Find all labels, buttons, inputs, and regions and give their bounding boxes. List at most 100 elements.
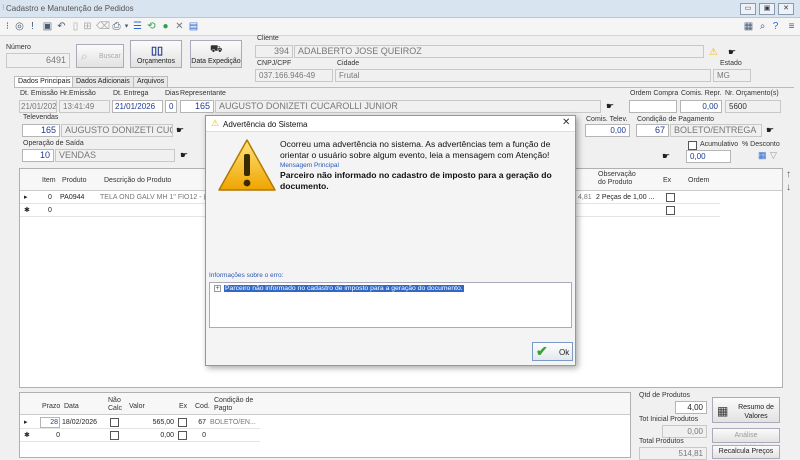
move-up-icon[interactable]: ↑ xyxy=(786,169,791,180)
search-icon[interactable]: ⌕ xyxy=(757,21,768,32)
cond-pag-codigo-field[interactable]: 67 xyxy=(636,124,669,137)
maximize-button[interactable]: ▣ xyxy=(759,3,775,15)
tree-item[interactable]: Parceiro não informado no cadastro de im… xyxy=(224,285,464,292)
analise-lucratividade-button[interactable]: Análise Lucratividade xyxy=(712,428,780,452)
dt-emissao-field[interactable]: 21/01/2026 xyxy=(19,100,57,113)
print-dropdown-icon[interactable]: ▾ xyxy=(121,21,132,32)
delete-icon[interactable]: ✕ xyxy=(174,21,185,32)
col-valor: Valor xyxy=(129,403,145,410)
check-icon[interactable]: ● xyxy=(160,21,171,32)
filter-icon[interactable]: ⊞ xyxy=(82,21,93,32)
handshake-icon[interactable]: ☛ xyxy=(180,150,188,161)
info-icon[interactable]: ! xyxy=(27,21,38,32)
ex-checkbox[interactable] xyxy=(666,193,675,202)
televendas-codigo-field[interactable]: 165 xyxy=(22,124,60,137)
handshake-icon[interactable]: ☛ xyxy=(766,125,774,136)
nao-calc-checkbox[interactable] xyxy=(110,418,119,427)
televendas-nome-field[interactable]: AUGUSTO DONIZETI CUCA xyxy=(61,124,173,137)
expand-icon[interactable]: + xyxy=(214,285,221,292)
cliente-nome-field[interactable]: ADALBERTO JOSE QUEIROZ xyxy=(294,45,704,58)
help-icon[interactable]: ? xyxy=(770,21,781,32)
close-window-button[interactable]: ✕ xyxy=(778,3,794,15)
undo-icon[interactable]: ↶ xyxy=(56,21,67,32)
handshake-icon[interactable]: ☛ xyxy=(176,125,184,136)
acumulativo-checkbox[interactable] xyxy=(688,141,697,150)
qtd-label: Qtd de Produtos xyxy=(639,392,690,399)
grid-icon[interactable]: ▦ xyxy=(758,150,767,161)
tab-divider xyxy=(14,87,794,88)
op-saida-nome-field[interactable]: VENDAS xyxy=(55,149,175,162)
filter-icon[interactable]: ▽ xyxy=(770,150,777,161)
refresh-icon[interactable]: ⟲ xyxy=(146,21,157,32)
menu-icon[interactable]: ≡ xyxy=(786,21,797,32)
copy-icon[interactable]: ▯ xyxy=(70,21,81,32)
tot-inicial-label: Tot Inicial Produtos xyxy=(639,416,699,423)
comis-telev-field[interactable]: 0,00 xyxy=(585,124,630,137)
nao-calc-checkbox[interactable] xyxy=(110,431,119,440)
comis-repr-field[interactable]: 0,00 xyxy=(680,100,722,113)
ex-checkbox[interactable] xyxy=(178,431,187,440)
cliente-codigo-field[interactable]: 394 xyxy=(255,45,293,58)
clear-icon[interactable]: ⌫ xyxy=(96,21,110,32)
numero-label: Número xyxy=(6,44,31,51)
app-icon: ⁝ xyxy=(2,3,5,12)
binoculars-icon: ▯▯ xyxy=(151,45,164,57)
error-info-label: Informações sobre o erro: xyxy=(209,272,284,279)
save-icon[interactable]: ▣ xyxy=(42,21,53,32)
op-saida-codigo-field[interactable]: 10 xyxy=(22,149,54,162)
ok-button[interactable]: ✔ Ok xyxy=(532,342,573,361)
resumo-valores-button[interactable]: ▦ Resumo de Valores xyxy=(712,397,780,423)
ex-checkbox[interactable] xyxy=(666,206,675,215)
window-titlebar: ⁝ Cadastro e Manutenção de Pedidos ▭ ▣ ✕ xyxy=(0,0,800,18)
tab-dados-principais[interactable]: Dados Principais xyxy=(14,76,75,87)
data-expedicao-button[interactable]: ⛟ Data Expedição xyxy=(190,40,242,68)
settings-icon[interactable]: ◎ xyxy=(14,21,25,32)
move-down-icon[interactable]: ↓ xyxy=(786,182,791,193)
orcamentos-button[interactable]: ▯▯ Orçamentos xyxy=(130,40,182,68)
col-ex: Ex xyxy=(663,177,672,184)
warning-icon xyxy=(218,139,276,191)
tab-dados-adicionais[interactable]: Dados Adicionais xyxy=(72,76,134,87)
handshake-icon[interactable]: ☛ xyxy=(662,151,670,162)
representante-codigo-field[interactable]: 165 xyxy=(180,100,214,113)
table-row[interactable]: ▸ 28 18/02/2026 565,00 67 BOLETO/EN... xyxy=(20,417,260,429)
col-item: Item xyxy=(42,177,56,184)
qtd-field[interactable]: 4,00 xyxy=(675,401,707,414)
cnpj-field[interactable]: 037.166.946-49 xyxy=(255,69,333,82)
new-icon[interactable]: ⁝ xyxy=(2,21,13,32)
estado-field[interactable]: MG xyxy=(713,69,751,82)
dialog-close-button[interactable]: ✕ xyxy=(562,117,570,128)
nr-orcamento-field[interactable]: 5600 xyxy=(725,100,781,113)
main-toolbar: ⁝ ◎ ! ▣ ↶ ▯ ⊞ ⌫ ⎙ ▾ ☰ ⟲ ● ✕ ▤ ▦ ⌕ ? ≡ xyxy=(0,18,800,36)
tab-arquivos[interactable]: Arquivos xyxy=(133,76,169,87)
representante-label: Representante xyxy=(180,90,226,97)
cond-pag-nome-field[interactable]: BOLETO/ENTREGA xyxy=(670,124,762,137)
buscar-button[interactable]: ⌕ Buscar xyxy=(76,44,124,68)
hr-emissao-field[interactable]: 13:41:49 xyxy=(59,100,110,113)
table-row[interactable]: ✱ 0 0,00 0 xyxy=(20,430,260,442)
ex-checkbox[interactable] xyxy=(178,418,187,427)
report-icon[interactable]: ▤ xyxy=(188,21,199,32)
total-field[interactable]: 514,81 xyxy=(639,447,707,460)
dt-entrega-field[interactable]: 21/01/2026 xyxy=(112,100,163,113)
error-info-tree[interactable]: + Parceiro não informado no cadastro de … xyxy=(209,282,572,328)
warning-icon[interactable]: ⚠ xyxy=(709,47,718,58)
minimize-button[interactable]: ▭ xyxy=(740,3,756,15)
list-icon[interactable]: ☰ xyxy=(132,21,143,32)
dt-entrega-label: Dt. Entrega xyxy=(113,90,149,97)
ordem-compra-field[interactable] xyxy=(629,100,677,113)
col-descricao: Descrição do Produto xyxy=(104,177,172,184)
new-row-icon: ✱ xyxy=(24,432,30,439)
desconto-field[interactable]: 0,00 xyxy=(686,150,731,163)
handshake-icon[interactable]: ☛ xyxy=(606,101,614,112)
tot-inicial-field[interactable]: 0,00 xyxy=(662,425,707,438)
recalcula-precos-button[interactable]: Recalcula Preços xyxy=(712,445,780,459)
numero-field[interactable]: 6491 xyxy=(6,53,70,68)
col-condicao: Condição de Pagto xyxy=(214,397,254,412)
representante-nome-field[interactable]: AUGUSTO DONIZETI CUCAROLLI JUNIOR xyxy=(215,100,601,113)
calendar-icon[interactable]: ▦ xyxy=(743,21,754,32)
cidade-field[interactable]: Frutal xyxy=(335,69,711,82)
handshake-icon[interactable]: ☛ xyxy=(728,47,736,58)
dias-field[interactable]: 0 xyxy=(165,100,177,113)
nr-orcamento-label: Nr. Orçamento(s) xyxy=(725,90,779,97)
